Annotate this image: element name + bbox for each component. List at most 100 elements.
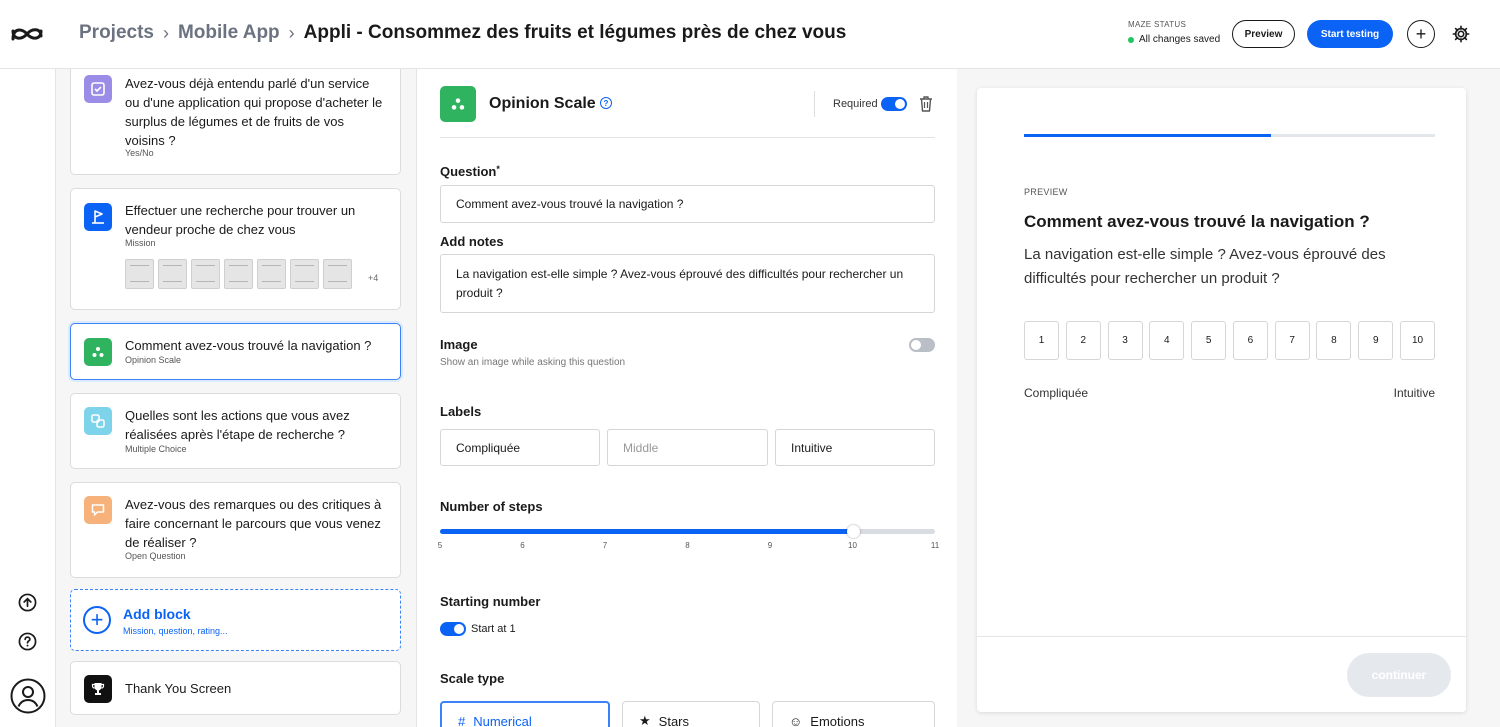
scale-option[interactable]: 6	[1232, 321, 1268, 360]
upload-icon[interactable]	[18, 593, 37, 612]
screen-thumbnail	[191, 259, 220, 289]
continue-button[interactable]: continuer	[1347, 653, 1451, 697]
block-card-opinion-scale[interactable]: Comment avez-vous trouvé la navigation ?…	[70, 323, 401, 380]
scale-option[interactable]: 7	[1274, 321, 1310, 360]
scale-option[interactable]: 3	[1107, 321, 1143, 360]
label-right-input[interactable]: Intuitive	[775, 429, 935, 466]
screen-thumbnail	[323, 259, 352, 289]
label-middle-input[interactable]: Middle	[607, 429, 768, 466]
screen-thumbnail	[158, 259, 187, 289]
starting-number-value: Start at 1	[471, 623, 516, 635]
preview-label: PREVIEW	[1024, 187, 1068, 197]
scale-type-stars[interactable]: ★ Stars	[622, 701, 760, 727]
help-icon[interactable]	[18, 632, 37, 651]
progress-fill	[1024, 134, 1271, 137]
preview-card: PREVIEW Comment avez-vous trouvé la navi…	[977, 88, 1466, 712]
smiley-icon: ☺	[789, 713, 803, 727]
breadcrumb: Projects › Mobile App › Appli - Consomme…	[79, 22, 846, 44]
scale-type-label-text: Emotions	[810, 713, 865, 727]
block-title: Avez-vous des remarques ou des critiques…	[125, 497, 382, 550]
scale-type-emotions[interactable]: ☺ Emotions	[772, 701, 935, 727]
notes-label: Add notes	[440, 234, 504, 249]
add-block-sub: Mission, question, rating...	[123, 626, 228, 636]
opinion-scale-icon	[440, 86, 476, 122]
question-input[interactable]: Comment avez-vous trouvé la navigation ?	[440, 185, 935, 223]
preview-question: Comment avez-vous trouvé la navigation ?	[1024, 212, 1370, 231]
steps-slider-handle[interactable]	[846, 525, 860, 538]
add-block-button[interactable]: + Add block Mission, question, rating...	[70, 589, 401, 651]
scale-option[interactable]: 5	[1191, 321, 1227, 360]
add-button[interactable]: +	[1407, 20, 1435, 48]
screen-thumbnail	[224, 259, 253, 289]
required-label: Required	[833, 98, 878, 110]
preview-left-label: Compliquée	[1024, 386, 1089, 400]
mission-flag-icon	[84, 203, 112, 231]
scale-option[interactable]: 8	[1316, 321, 1352, 360]
scale-type-label: Scale type	[440, 671, 505, 686]
trash-icon[interactable]	[918, 95, 934, 112]
starting-number-toggle[interactable]	[440, 622, 466, 636]
block-type: Multiple Choice	[125, 444, 187, 454]
star-icon: ★	[639, 713, 651, 727]
screen-thumbnail	[257, 259, 286, 289]
divider	[977, 636, 1466, 637]
labels-label: Labels	[440, 404, 482, 419]
block-title: Quelles sont les actions que vous avez r…	[125, 408, 350, 442]
preview-notes: La navigation est-elle simple ? Avez-vou…	[1024, 246, 1386, 287]
image-label: Image	[440, 337, 478, 352]
plus-circle-icon: +	[83, 606, 111, 634]
notes-textarea[interactable]: La navigation est-elle simple ? Avez-vou…	[440, 254, 935, 313]
steps-tick: 7	[602, 541, 608, 550]
steps-tick: 11	[930, 541, 940, 550]
block-type: Mission	[125, 238, 156, 248]
multiple-choice-icon	[84, 407, 112, 435]
image-toggle[interactable]	[909, 338, 935, 352]
left-rail	[0, 69, 56, 727]
scale-option[interactable]: 1	[1024, 321, 1059, 360]
opinion-scale-icon	[84, 338, 112, 366]
scale-option[interactable]: 4	[1149, 321, 1185, 360]
divider	[814, 91, 815, 117]
scale-type-numerical[interactable]: # Numerical	[440, 701, 610, 727]
required-mark: *	[496, 164, 500, 174]
scale-option[interactable]: 9	[1358, 321, 1394, 360]
block-card-yes-no[interactable]: Avez-vous déjà entendu parlé d'un servic…	[70, 69, 401, 175]
maze-logo-icon[interactable]	[10, 22, 44, 46]
block-type: Opinion Scale	[125, 355, 182, 365]
help-icon[interactable]: ?	[600, 97, 612, 109]
progress-bar	[1024, 134, 1435, 137]
status-dot-icon	[1128, 36, 1134, 43]
page-title: Appli - Consommez des fruits et légumes …	[303, 22, 847, 43]
start-testing-button[interactable]: Start testing	[1307, 20, 1393, 48]
label-left-input[interactable]: Compliquée	[440, 429, 600, 466]
scale-type-label-text: Numerical	[473, 713, 532, 727]
block-type: Open Question	[125, 551, 186, 561]
scale-option[interactable]: 2	[1065, 321, 1101, 360]
yes-no-icon	[84, 75, 112, 103]
block-title: Thank You Screen	[125, 681, 232, 696]
question-label: Question*	[440, 164, 500, 179]
steps-slider-fill	[440, 529, 853, 534]
hash-icon: #	[458, 713, 466, 727]
required-toggle[interactable]	[881, 97, 907, 111]
add-block-title: Add block	[123, 606, 191, 622]
breadcrumb-projects[interactable]: Projects	[79, 22, 154, 44]
editor-title: Opinion Scale	[489, 95, 596, 112]
divider	[440, 137, 935, 138]
gear-icon[interactable]	[1452, 25, 1470, 43]
steps-tick: 8	[685, 541, 690, 550]
breadcrumb-mobile-app[interactable]: Mobile App	[178, 22, 280, 44]
scale-option[interactable]: 10	[1400, 321, 1435, 360]
preview-button[interactable]: Preview	[1232, 20, 1295, 48]
scale-type-label-text: Stars	[658, 713, 689, 727]
block-type: Yes/No	[125, 148, 154, 158]
maze-status-value: All changes saved	[1139, 34, 1221, 45]
block-card-mission[interactable]: Effectuer une recherche pour trouver un …	[70, 188, 401, 310]
user-avatar-icon[interactable]	[10, 678, 46, 714]
block-card-multiple-choice[interactable]: Quelles sont les actions que vous avez r…	[70, 393, 401, 469]
block-card-open-question[interactable]: Avez-vous des remarques ou des critiques…	[70, 482, 401, 578]
block-card-thank-you[interactable]: Thank You Screen	[70, 661, 401, 715]
steps-tick: 6	[520, 541, 525, 550]
steps-slider[interactable]	[440, 525, 935, 538]
block-list: Avez-vous déjà entendu parlé d'un servic…	[56, 69, 417, 727]
